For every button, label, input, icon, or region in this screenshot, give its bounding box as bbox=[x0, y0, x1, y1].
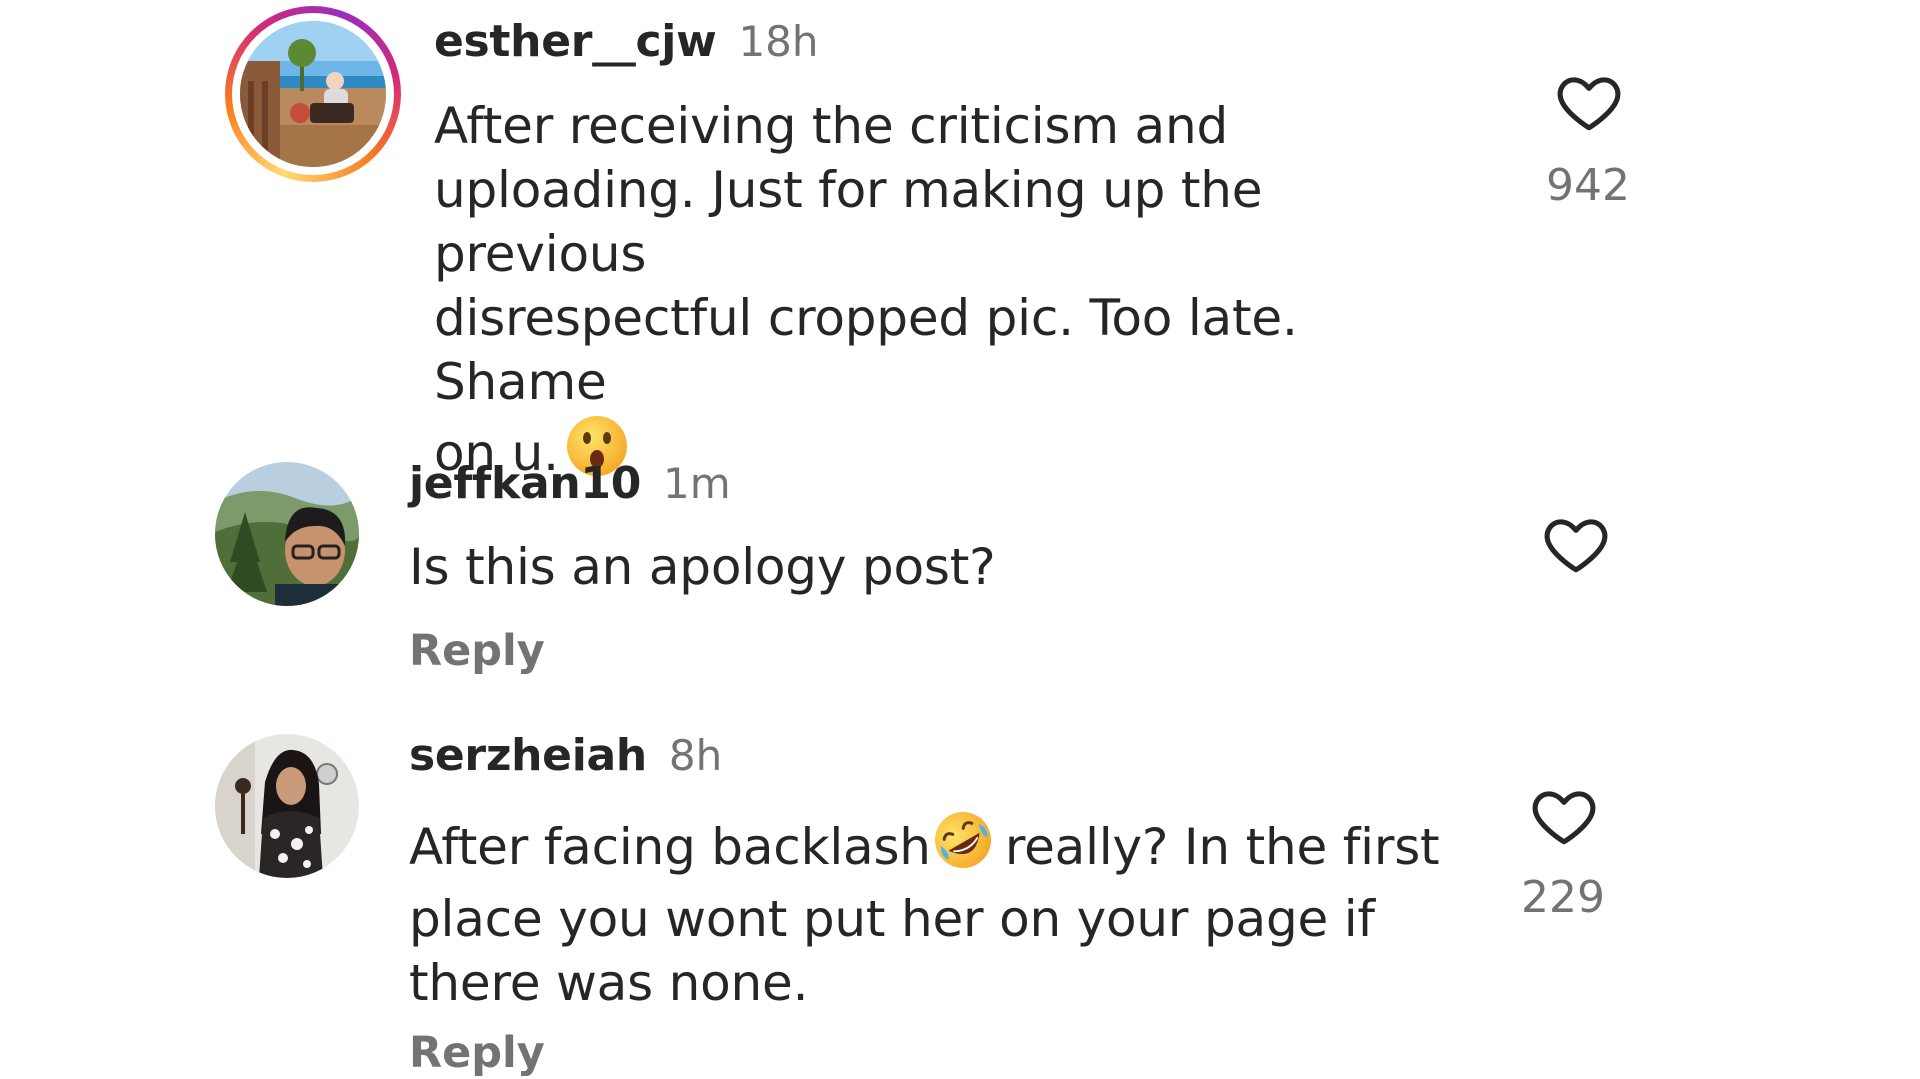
comment-header: serzheiah 8h bbox=[409, 734, 722, 778]
like-button[interactable] bbox=[1528, 784, 1600, 850]
username[interactable]: serzheiah bbox=[409, 730, 647, 781]
comment-header: jeffkan10 1m bbox=[409, 462, 731, 506]
timestamp: 8h bbox=[668, 731, 723, 780]
reply-button[interactable]: Reply bbox=[409, 630, 545, 673]
comment-text: Is this an apology post? bbox=[409, 538, 996, 596]
timestamp: 18h bbox=[738, 17, 819, 66]
comment-header: esther__cjw 18h bbox=[434, 20, 819, 64]
avatar[interactable] bbox=[215, 462, 359, 606]
avatar[interactable] bbox=[215, 734, 359, 878]
heart-outline-icon bbox=[1557, 77, 1621, 131]
story-ring[interactable] bbox=[225, 6, 401, 182]
avatar[interactable] bbox=[240, 21, 386, 167]
reply-button[interactable]: Reply bbox=[409, 1032, 545, 1075]
like-button[interactable] bbox=[1553, 70, 1625, 136]
heart-outline-icon bbox=[1532, 791, 1596, 845]
username[interactable]: esther__cjw bbox=[434, 16, 717, 67]
rolling-on-the-floor-laughing-icon bbox=[931, 808, 995, 887]
heart-outline-icon bbox=[1544, 519, 1608, 573]
timestamp: 1m bbox=[663, 459, 731, 508]
like-button[interactable] bbox=[1540, 512, 1612, 578]
like-count: 229 bbox=[1521, 872, 1605, 923]
comment-text: After receiving the criticism and upload… bbox=[434, 94, 1484, 493]
like-count: 942 bbox=[1546, 160, 1630, 211]
comment-text: After facing backlash really? In the fir… bbox=[409, 808, 1499, 1015]
username[interactable]: jeffkan10 bbox=[409, 458, 641, 509]
